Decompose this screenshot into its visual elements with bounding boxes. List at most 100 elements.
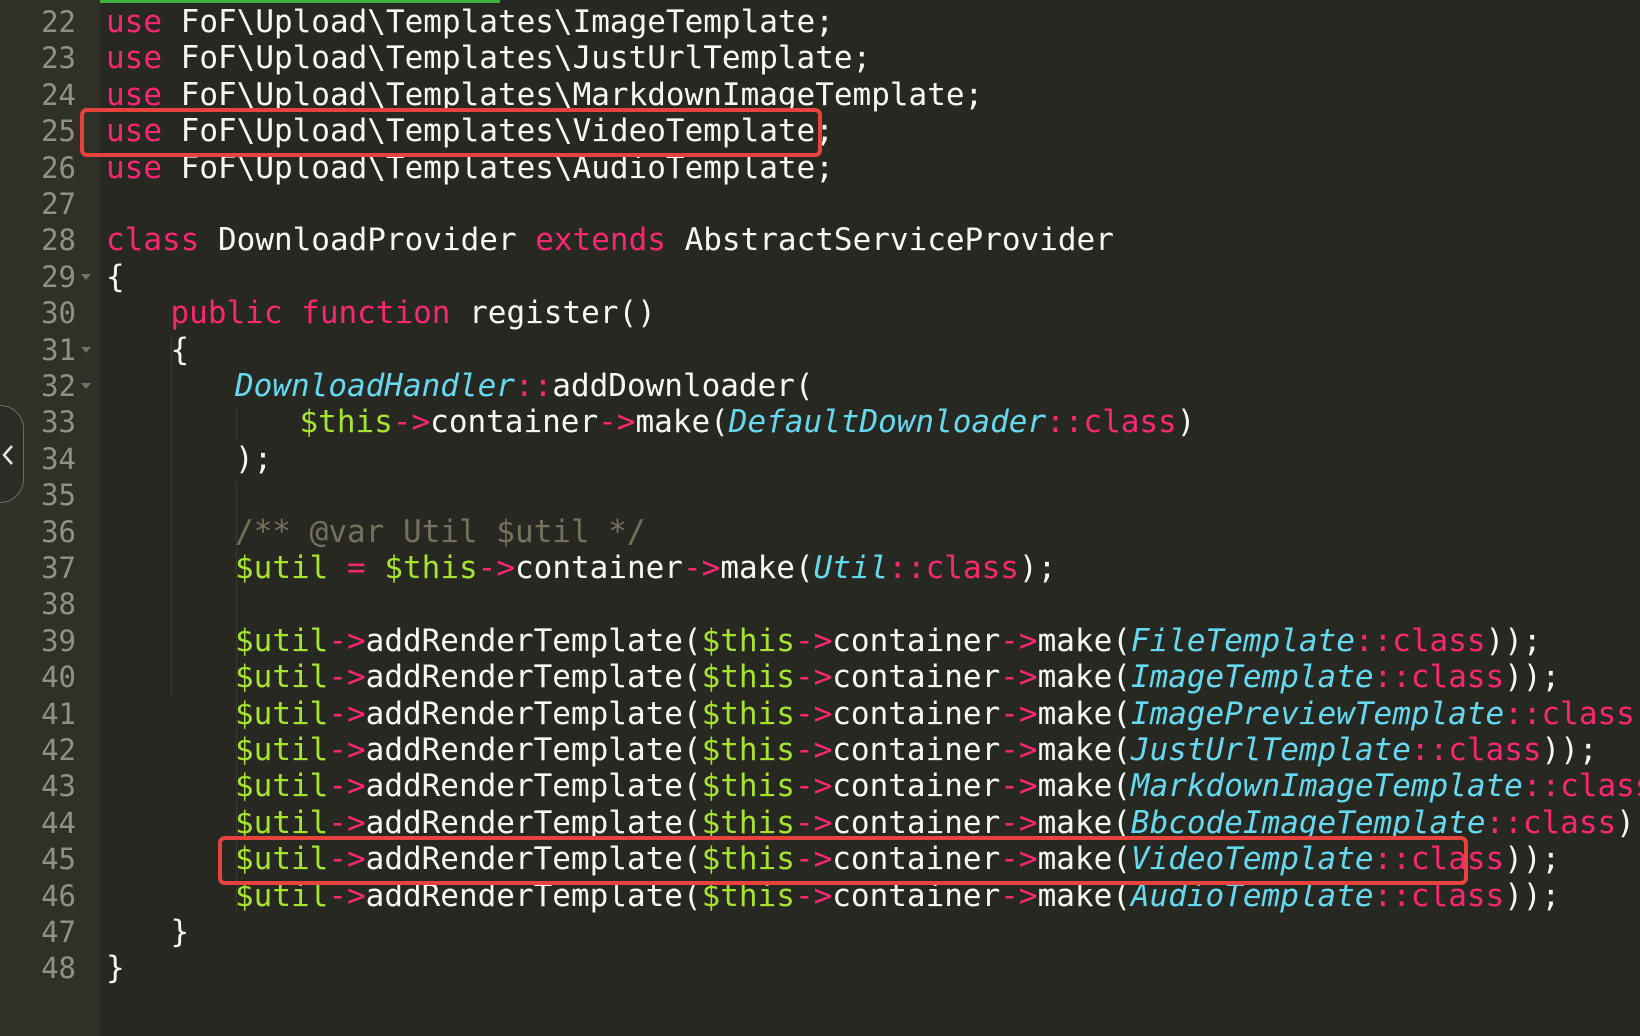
fold-arrow-icon[interactable] xyxy=(81,273,91,280)
token-code-text: container xyxy=(515,550,683,586)
code-line[interactable]: use FoF\Upload\Templates\ImageTemplate; xyxy=(106,3,834,41)
line-number: 39 xyxy=(41,623,76,658)
code-line[interactable]: DownloadHandler::addDownloader( xyxy=(235,367,814,405)
token-code-text xyxy=(328,550,347,586)
token-operator: ::class xyxy=(1410,732,1542,768)
token-code-text: make( xyxy=(1037,622,1131,659)
token-code-text: )); xyxy=(1616,804,1640,841)
line-number: 44 xyxy=(41,805,76,840)
code-line[interactable]: /** @var Util $util */ xyxy=(235,513,646,551)
code-line[interactable]: $util->addRenderTemplate($this->containe… xyxy=(235,658,1560,696)
token-keyword: extends xyxy=(535,222,666,259)
token-operator: :: xyxy=(514,368,553,404)
collapse-panel-tab[interactable] xyxy=(0,405,24,503)
code-line[interactable]: $this->container->make(DefaultDownloader… xyxy=(300,403,1196,441)
token-code-text: )); xyxy=(1541,732,1598,768)
code-line[interactable]: { xyxy=(106,258,125,296)
token-variable: $util xyxy=(235,768,329,805)
token-code-text: addRenderTemplate( xyxy=(365,695,702,732)
token-operator: ::class xyxy=(1373,659,1505,696)
token-operator: = xyxy=(347,550,366,586)
token-code-text: AbstractServiceProvider xyxy=(665,222,1114,259)
line-number: 37 xyxy=(41,551,76,585)
token-variable: $util xyxy=(235,622,329,659)
token-operator: ::class xyxy=(1522,768,1640,805)
token-code-text: ); xyxy=(1018,550,1057,586)
token-code-text: } xyxy=(106,950,125,987)
token-code-text: addRenderTemplate( xyxy=(365,732,702,768)
code-line[interactable]: $util->addRenderTemplate($this->containe… xyxy=(235,622,1542,660)
token-code-text: container xyxy=(832,659,1001,696)
token-operator: -> xyxy=(328,695,366,732)
token-code-text: make( xyxy=(1037,695,1131,732)
token-code-text: )); xyxy=(1635,696,1640,732)
token-operator: -> xyxy=(794,732,833,768)
token-code-text: FoF\Upload\Templates\ImageTemplate; xyxy=(162,4,834,40)
fold-arrow-icon[interactable] xyxy=(81,346,91,353)
token-code-text: { xyxy=(106,258,125,295)
line-number: 40 xyxy=(41,660,76,695)
token-operator: -> xyxy=(794,622,833,659)
token-variable: $this xyxy=(299,404,393,441)
token-operator: ::class xyxy=(888,550,1019,586)
fold-arrow-icon[interactable] xyxy=(81,383,91,389)
token-code-text: FoF\Upload\Templates\JustUrlTemplate; xyxy=(162,40,872,77)
line-number: 24 xyxy=(41,77,76,112)
code-line[interactable]: use FoF\Upload\Templates\JustUrlTemplate… xyxy=(106,39,871,77)
line-number: 31 xyxy=(41,332,76,367)
code-editor[interactable]: 22 23 24 25 26 27 28 29 30 31 32 33 34 35 36 37 38 39 40 41… xyxy=(0,0,1640,1036)
line-number: 43 xyxy=(41,769,76,804)
code-line[interactable]: ); xyxy=(235,440,272,478)
token-operator: -> xyxy=(682,550,721,586)
token-operator: -> xyxy=(794,695,833,732)
token-operator: -> xyxy=(328,622,366,659)
token-comment: /** @var Util $util */ xyxy=(235,513,646,550)
token-keyword: class xyxy=(106,222,200,259)
code-line[interactable]: $util->addRenderTemplate($this->containe… xyxy=(235,731,1598,769)
indent-guide xyxy=(236,409,237,440)
code-line[interactable]: { xyxy=(171,331,190,369)
token-operator: -> xyxy=(328,732,366,768)
line-number: 25 xyxy=(41,114,76,149)
token-operator: -> xyxy=(1000,768,1038,805)
token-code-text: )); xyxy=(1504,841,1561,878)
code-line[interactable]: } xyxy=(106,949,125,987)
token-variable: $this xyxy=(701,695,795,732)
line-number: 38 xyxy=(41,587,76,622)
token-keyword: public xyxy=(170,295,283,332)
token-variable: $this xyxy=(701,659,795,696)
code-line[interactable]: class DownloadProvider extends AbstractS… xyxy=(106,221,1114,259)
token-variable: $this xyxy=(384,550,478,586)
token-code-text: )); xyxy=(1504,877,1561,914)
token-class-name: MarkdownImageTemplate xyxy=(1130,768,1523,805)
token-code-text: container xyxy=(832,622,1001,659)
token-code-text: addDownloader( xyxy=(552,368,814,404)
token-code-text: make( xyxy=(1037,732,1131,768)
token-code-text: make( xyxy=(720,550,814,586)
line-number: 42 xyxy=(41,733,76,767)
token-operator: -> xyxy=(1000,659,1038,696)
code-line[interactable]: $util->addRenderTemplate($this->containe… xyxy=(235,767,1640,805)
code-line[interactable]: } xyxy=(171,913,190,951)
token-code-text: addRenderTemplate( xyxy=(365,768,702,805)
token-code-text: make( xyxy=(1037,768,1131,805)
token-code-text: ); xyxy=(235,440,273,477)
code-line[interactable]: public function register() xyxy=(171,294,656,332)
token-code-text: container xyxy=(832,695,1001,732)
line-number: 27 xyxy=(41,187,76,221)
code-line[interactable]: $util = $this->container->make(Util::cla… xyxy=(235,549,1056,587)
token-code-text: ) xyxy=(1176,404,1196,441)
code-line[interactable]: $util->addRenderTemplate($this->containe… xyxy=(235,695,1640,733)
line-number: 23 xyxy=(41,41,76,76)
token-operator: -> xyxy=(477,550,515,586)
token-operator: -> xyxy=(794,768,833,805)
line-number: 22 xyxy=(41,5,76,39)
line-number: 45 xyxy=(41,842,76,877)
line-number: 41 xyxy=(41,696,76,731)
token-code-text: } xyxy=(170,914,190,950)
line-number: 46 xyxy=(41,878,76,913)
token-code-text xyxy=(366,550,385,586)
line-number: 30 xyxy=(41,296,76,331)
token-code-text: )); xyxy=(1485,622,1542,659)
line-number: 29 xyxy=(41,259,76,294)
